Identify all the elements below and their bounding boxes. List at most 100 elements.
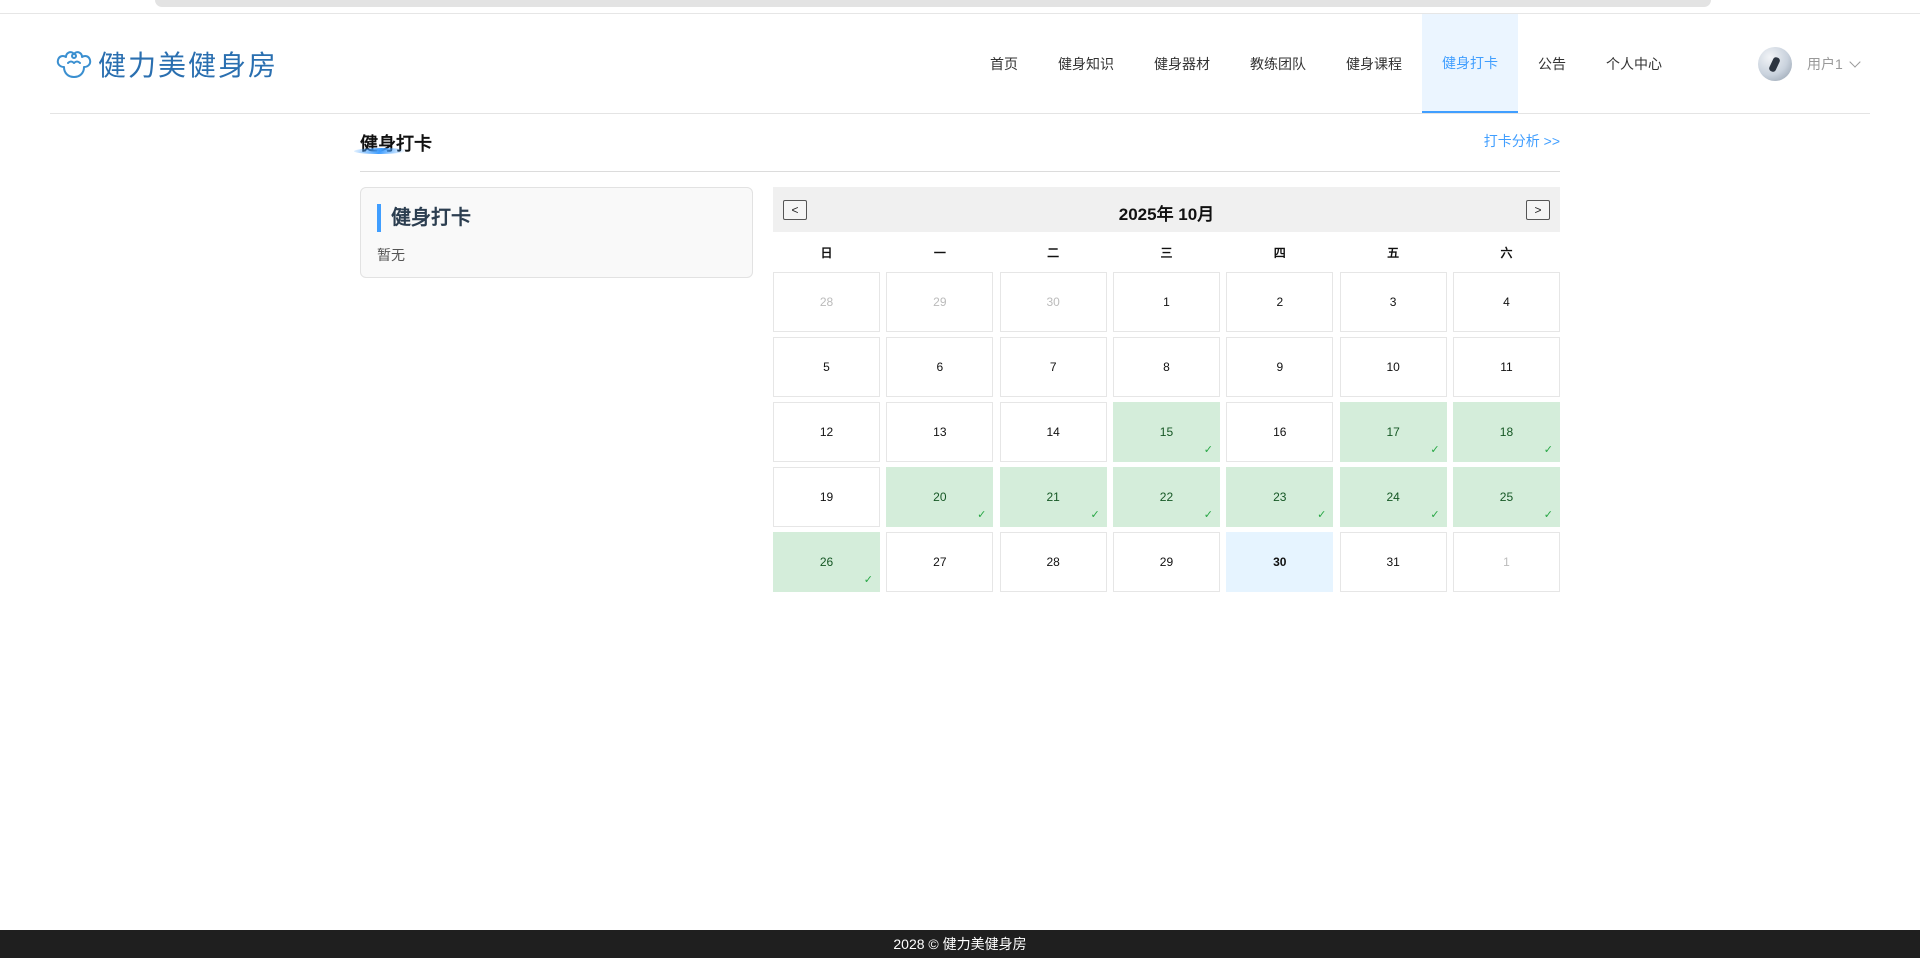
calendar-day[interactable]: 6 xyxy=(886,337,994,397)
calendar-day-checked[interactable]: 17 ✓ xyxy=(1339,402,1447,462)
nav-item-home[interactable]: 首页 xyxy=(970,14,1038,113)
day-number: 5 xyxy=(823,360,830,374)
calendar-day[interactable]: 10 xyxy=(1339,337,1447,397)
calendar-day[interactable]: 31 xyxy=(1339,532,1447,592)
calendar-day-checked[interactable]: 23 ✓ xyxy=(1226,467,1334,527)
nav-item-checkin[interactable]: 健身打卡 xyxy=(1422,14,1518,113)
day-number: 6 xyxy=(936,360,944,374)
calendar-day-checked[interactable]: 25 ✓ xyxy=(1452,467,1560,527)
nav-item-profile[interactable]: 个人中心 xyxy=(1586,14,1682,113)
calendar-day[interactable]: 8 xyxy=(1112,337,1220,397)
day-number: 30 xyxy=(1046,295,1060,309)
muscle-icon xyxy=(56,51,92,78)
site-footer: 2028 © 健力美健身房 xyxy=(0,930,1920,958)
day-number: 16 xyxy=(1273,425,1287,439)
checkmark-icon: ✓ xyxy=(863,574,873,586)
day-number: 12 xyxy=(819,425,834,439)
avatar xyxy=(1758,47,1792,81)
calendar-day[interactable]: 27 xyxy=(886,532,994,592)
top-scrollbar[interactable] xyxy=(155,0,1711,7)
calendar-day[interactable]: 28 xyxy=(773,272,880,332)
weekday-label: 六 xyxy=(1500,245,1513,260)
user-menu[interactable]: 用户1 xyxy=(1758,47,1861,81)
weekday-label: 日 xyxy=(820,245,833,260)
main-nav: 首页 健身知识 健身器材 教练团队 健身课程 健身打卡 公告 个人中心 xyxy=(970,14,1682,113)
weekday-label: 三 xyxy=(1160,245,1173,260)
calendar-day[interactable]: 7 xyxy=(999,337,1107,397)
day-number: 20 xyxy=(933,490,947,504)
checkmark-icon: ✓ xyxy=(1090,509,1100,521)
calendar-day[interactable]: 16 xyxy=(1226,402,1334,462)
calendar-day-checked[interactable]: 15 ✓ xyxy=(1112,402,1220,462)
calendar-day[interactable]: 2 xyxy=(1226,272,1334,332)
checkmark-icon: ✓ xyxy=(1203,509,1213,521)
browser-top-bar xyxy=(0,0,1920,14)
card-title: 健身打卡 xyxy=(377,204,471,232)
day-number: 27 xyxy=(933,555,947,569)
day-number: 30 xyxy=(1273,555,1287,569)
calendar-day[interactable]: 11 xyxy=(1452,337,1560,397)
calendar-day[interactable]: 28 xyxy=(999,532,1107,592)
checkin-analysis-link[interactable]: 打卡分析 >> xyxy=(1484,131,1560,151)
chevron-down-icon xyxy=(1849,56,1861,68)
day-number: 29 xyxy=(1159,555,1174,569)
calendar-day-checked[interactable]: 21 ✓ xyxy=(999,467,1107,527)
nav-item-knowledge[interactable]: 健身知识 xyxy=(1038,14,1134,113)
day-number: 22 xyxy=(1159,490,1174,504)
calendar-day[interactable]: 9 xyxy=(1226,337,1334,397)
nav-item-courses[interactable]: 健身课程 xyxy=(1326,14,1422,113)
day-number: 3 xyxy=(1389,295,1397,309)
day-number: 15 xyxy=(1159,425,1174,439)
calendar-day-checked[interactable]: 26 ✓ xyxy=(773,532,880,592)
checkmark-icon: ✓ xyxy=(1203,444,1213,456)
calendar-day-checked[interactable]: 18 ✓ xyxy=(1452,402,1560,462)
day-number: 2 xyxy=(1276,295,1284,309)
section-header: 健身打卡 打卡分析 >> xyxy=(352,120,1560,172)
calendar-day[interactable]: 13 xyxy=(886,402,994,462)
checkin-info-card: 健身打卡 暂无 xyxy=(360,187,753,278)
calendar-day[interactable]: 5 xyxy=(773,337,880,397)
day-number: 8 xyxy=(1163,360,1170,374)
site-header: 健力美健身房 首页 健身知识 健身器材 教练团队 健身课程 健身打卡 公告 个人… xyxy=(50,14,1870,114)
calendar-day[interactable]: 29 xyxy=(1112,532,1220,592)
nav-item-equipment[interactable]: 健身器材 xyxy=(1134,14,1230,113)
checkmark-icon: ✓ xyxy=(977,509,987,521)
day-number: 23 xyxy=(1273,490,1287,504)
checkmark-icon: ✓ xyxy=(1317,509,1327,521)
day-number: 19 xyxy=(819,490,834,504)
day-number: 29 xyxy=(933,295,947,309)
calendar-day[interactable]: 4 xyxy=(1452,272,1560,332)
calendar-header: < 2025年 10月 > xyxy=(773,187,1560,232)
day-number: 18 xyxy=(1499,425,1514,439)
day-number: 26 xyxy=(819,555,834,569)
day-number: 17 xyxy=(1386,425,1400,439)
next-month-button[interactable]: > xyxy=(1526,200,1550,220)
calendar-day[interactable]: 19 xyxy=(773,467,880,527)
logo[interactable]: 健力美健身房 xyxy=(54,44,278,84)
calendar-day[interactable]: 3 xyxy=(1339,272,1447,332)
nav-item-coaches[interactable]: 教练团队 xyxy=(1230,14,1326,113)
day-number: 1 xyxy=(1503,555,1510,569)
nav-item-announcements[interactable]: 公告 xyxy=(1518,14,1586,113)
day-number: 1 xyxy=(1163,295,1170,309)
weekday-row: 日一二三四五六 xyxy=(773,232,1560,272)
day-grid: 28 29 30 1 2 3 4 5 6 7 8 9 10 11 12 13 14 15 ✓ 16 17 ✓ 18 ✓ 19 20… xyxy=(773,272,1560,597)
calendar-day-checked[interactable]: 22 ✓ xyxy=(1112,467,1220,527)
calendar-day[interactable]: 30 xyxy=(999,272,1107,332)
calendar-day[interactable]: 1 xyxy=(1452,532,1560,592)
calendar-day[interactable]: 1 xyxy=(1112,272,1220,332)
day-number: 28 xyxy=(819,295,834,309)
day-number: 25 xyxy=(1499,490,1514,504)
brand-name: 健力美健身房 xyxy=(98,49,279,82)
calendar-day-checked[interactable]: 24 ✓ xyxy=(1339,467,1447,527)
calendar-day-today[interactable]: 30 xyxy=(1226,532,1334,592)
day-number: 13 xyxy=(933,425,947,439)
card-empty-text: 暂无 xyxy=(377,247,405,263)
weekday-label: 二 xyxy=(1047,245,1060,260)
day-number: 10 xyxy=(1386,360,1400,374)
calendar-day[interactable]: 29 xyxy=(886,272,994,332)
calendar-day[interactable]: 14 xyxy=(999,402,1107,462)
weekday-label: 四 xyxy=(1273,245,1286,260)
calendar-day-checked[interactable]: 20 ✓ xyxy=(886,467,994,527)
calendar-day[interactable]: 12 xyxy=(773,402,880,462)
